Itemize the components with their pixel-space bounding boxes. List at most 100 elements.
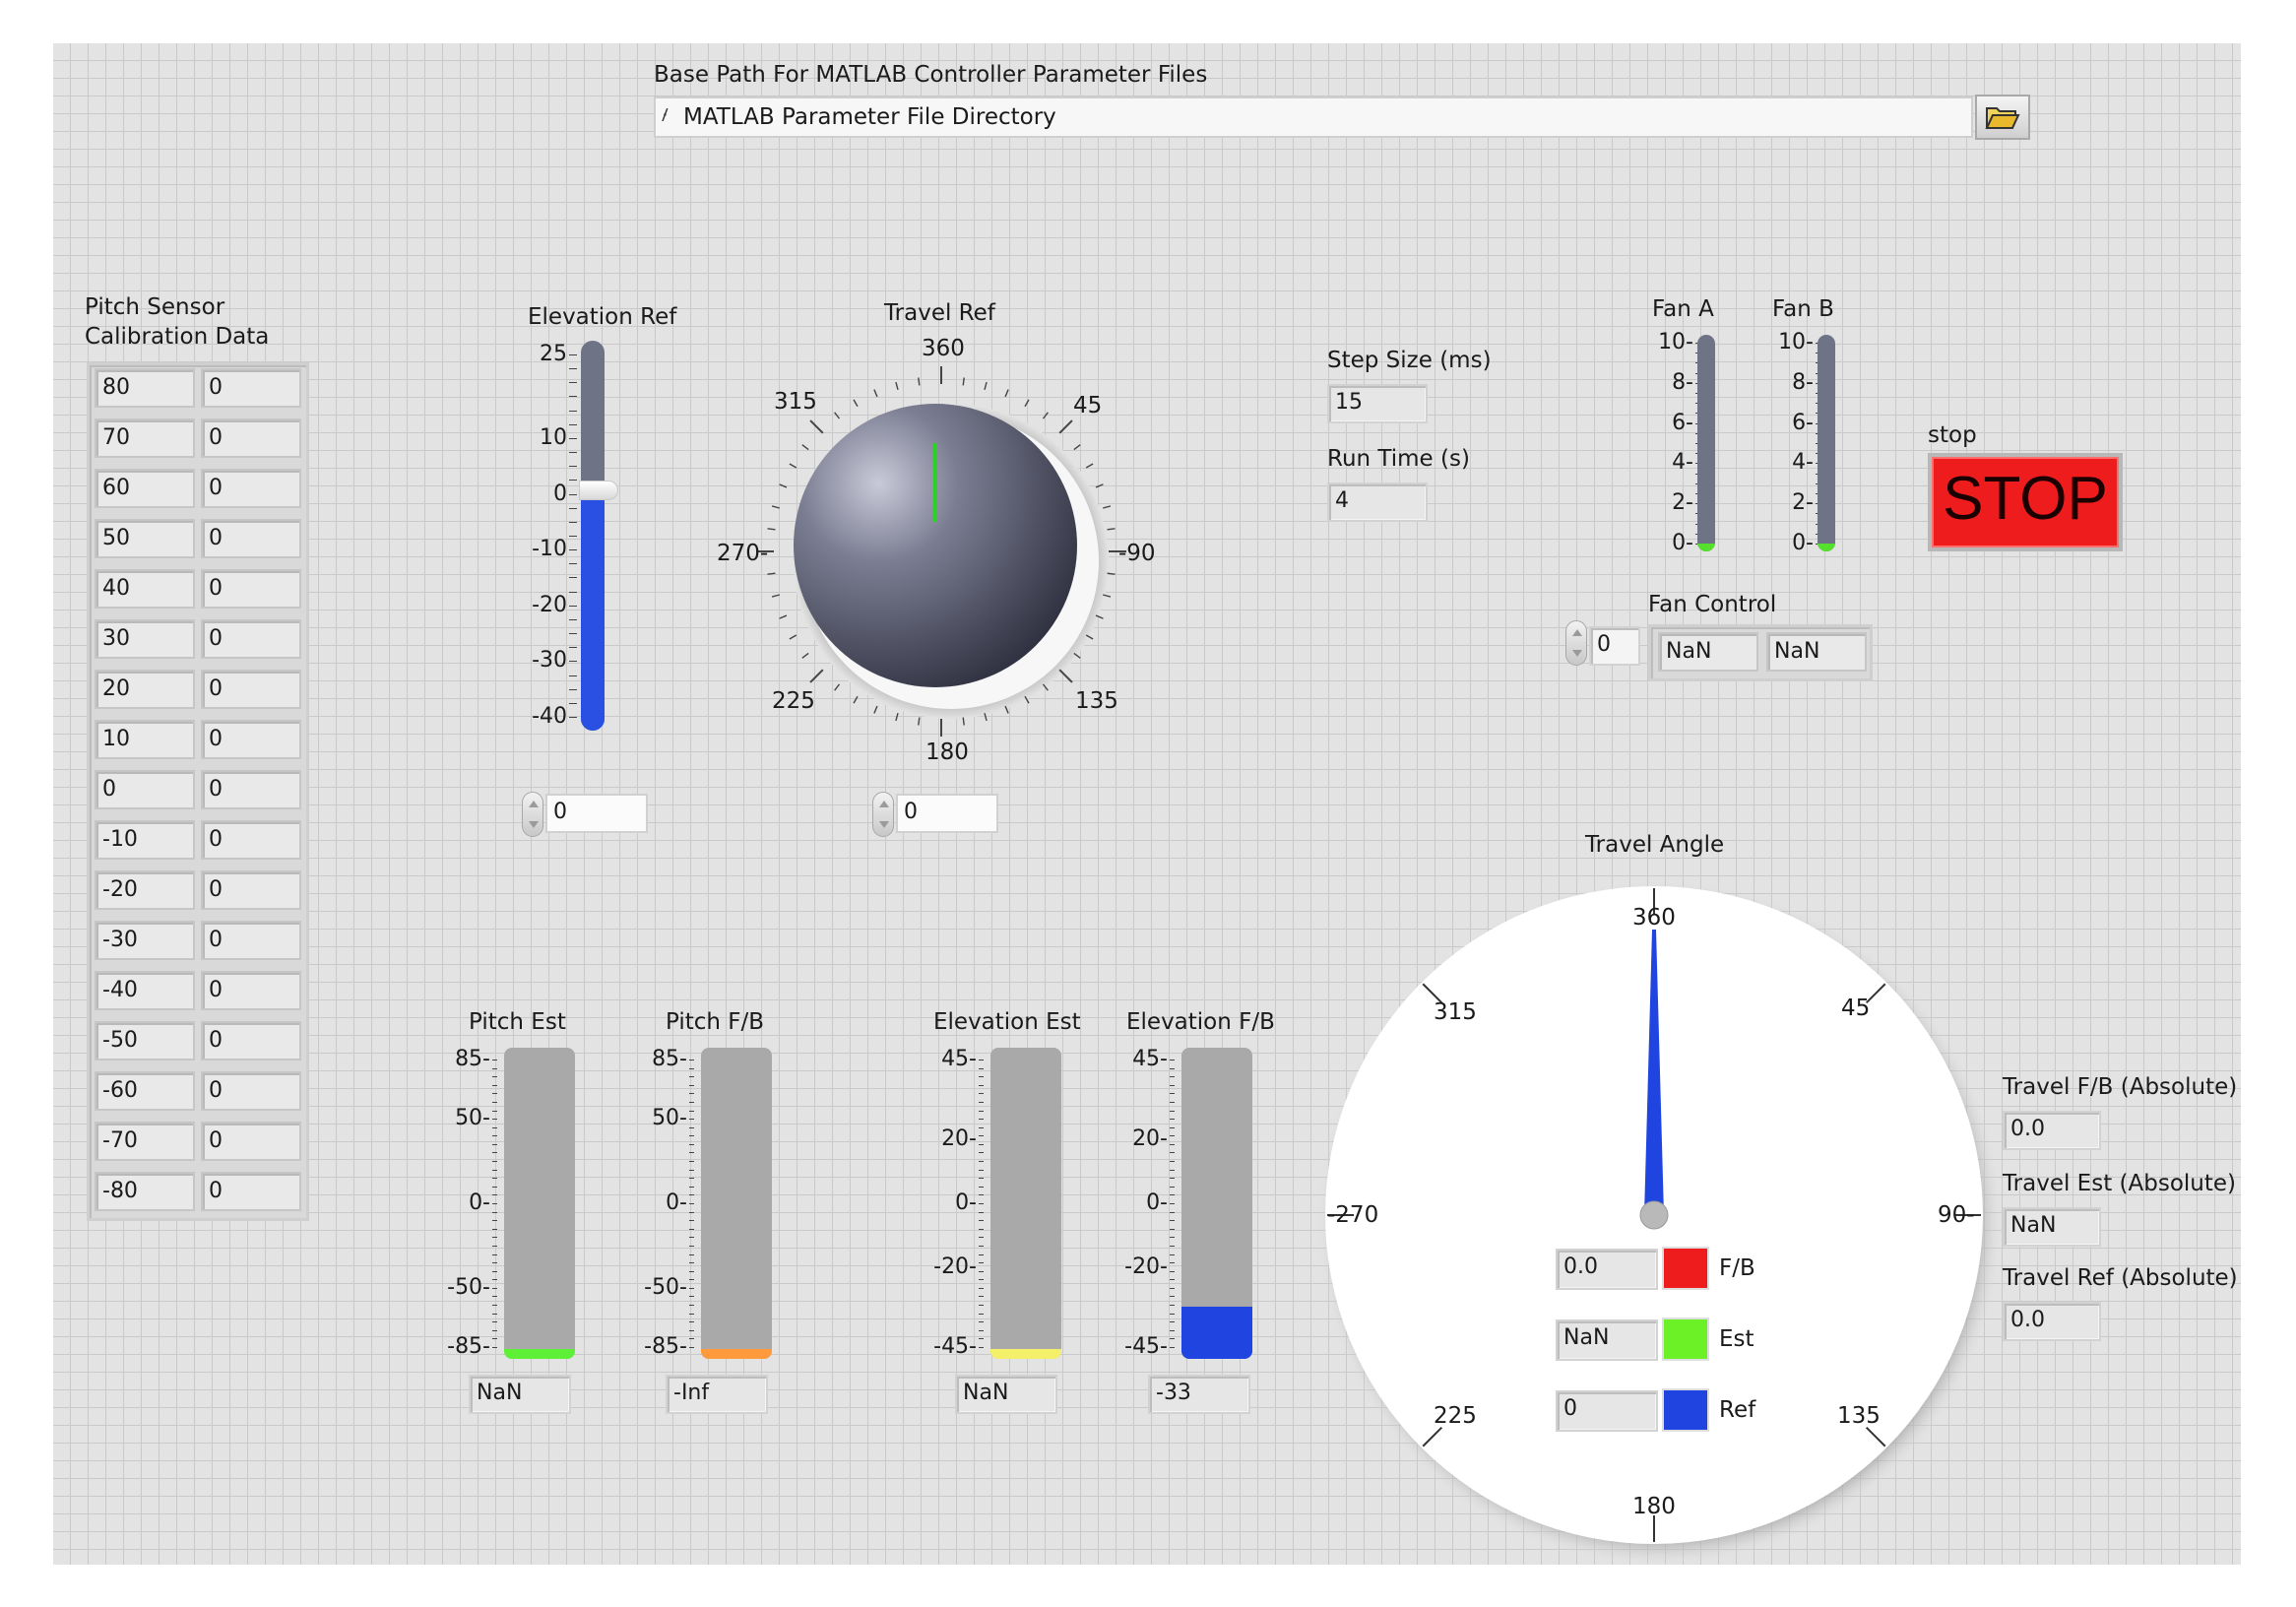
pitch-est-minor-tick [492,1135,497,1137]
elevation-est-minor-tick [979,1194,984,1196]
knob-tick [895,381,899,390]
elevation-fb-minor-tick [1170,1313,1175,1315]
travel-est-abs-indicator: NaN [2003,1207,2101,1247]
fan-b-meter [1818,335,1835,551]
elevation-fb-minor-tick [1170,1135,1175,1137]
elevation-est-minor-tick [979,1203,984,1204]
elevation-ref-minor-tick [569,675,577,676]
travel-ref-abs-value: 0.0 [2010,1308,2045,1332]
calibration-value-cell[interactable]: 0 [201,569,301,609]
calibration-value-cell[interactable]: 0 [201,770,301,809]
pitch-fb-value: -Inf [666,1375,768,1414]
calibration-angle-cell[interactable]: 80 [95,368,195,408]
pitch-fb-minor-tick [689,1126,694,1128]
elevation-fb-tick-label: -45- [1124,1334,1168,1359]
elevation-ref-minor-tick [569,563,577,565]
calibration-value-cell[interactable]: 0 [201,519,301,558]
elevation-ref-thumb[interactable] [579,481,618,501]
pitch-est-tick-label: 50- [455,1106,490,1131]
calibration-value-cell[interactable]: 0 [201,670,301,709]
calibration-angle-cell[interactable]: -50 [95,1021,195,1061]
fan-control-spinner[interactable] [1565,620,1587,666]
knob-tick [779,483,788,488]
elevation-fb-minor-tick [1170,1178,1175,1180]
pitch-est-value-text: NaN [477,1381,523,1405]
elevation-est-minor-tick [979,1101,984,1103]
elevation-est-minor-tick [979,1305,984,1307]
calibration-value-cell[interactable]: 0 [201,820,301,860]
elevation-ref-minor-tick [569,452,577,454]
calibration-value-cell[interactable]: 0 [201,921,301,960]
calibration-angle-cell[interactable]: 40 [95,569,195,609]
calibration-value-cell[interactable]: 0 [201,469,301,508]
pitch-fb-minor-tick [689,1296,694,1298]
elevation-est-value-text: NaN [963,1381,1009,1405]
calibration-value-cell[interactable]: 0 [201,418,301,458]
calibration-value-cell[interactable]: 0 [201,1172,301,1211]
calibration-angle-cell[interactable]: 50 [95,519,195,558]
calibration-value-cell[interactable]: 0 [201,1021,301,1061]
pitch-fb-minor-tick [689,1270,694,1272]
pitch-est-minor-tick [492,1262,497,1264]
pitch-fb-tick-label: 85- [652,1047,687,1071]
base-path-label: Base Path For MATLAB Controller Paramete… [654,62,1208,88]
elevation-fb-minor-tick [1170,1126,1175,1128]
elevation-ref-minor-tick [569,368,577,370]
calibration-value-cell[interactable]: 0 [201,619,301,659]
knob-tick [918,377,921,386]
elevation-fb-minor-tick [1170,1076,1175,1078]
fan-a-meter [1697,335,1715,551]
travel-angle-legend-label: Est [1719,1326,1754,1352]
pitch-est-minor-tick [492,1305,497,1307]
pitch-fb-minor-tick [689,1169,694,1171]
elevation-est-minor-tick [979,1296,984,1298]
calibration-value-cell[interactable]: 0 [201,870,301,910]
travel-angle-scale-90: 90- [1938,1202,1975,1228]
calibration-angle-cell[interactable]: -80 [95,1172,195,1211]
elevation-ref-tick-label: -20 [532,592,567,617]
elevation-ref-slider[interactable] [579,341,618,731]
knob-tick [962,377,965,386]
knob-tick [962,717,965,726]
stop-button[interactable]: STOP [1928,453,2123,551]
travel-angle-scale-135: 135 [1837,1403,1881,1429]
pitch-fb-minor-tick [689,1228,694,1230]
elevation-ref-spinner[interactable] [522,792,543,837]
elevation-ref-input[interactable]: 0 [545,794,648,833]
calibration-angle-cell[interactable]: 30 [95,619,195,659]
calibration-angle-cell[interactable]: 0 [95,770,195,809]
elevation-fb-minor-tick [1170,1287,1175,1289]
elevation-fb-minor-tick [1170,1220,1175,1222]
elevation-fb-minor-tick [1170,1237,1175,1239]
calibration-angle-cell[interactable]: 20 [95,670,195,709]
pitch-fb-tick-label: -50- [644,1274,687,1300]
calibration-angle-cell[interactable]: 70 [95,418,195,458]
fan-control-index[interactable]: 0 [1589,626,1640,666]
calibration-value-cell[interactable]: 0 [201,720,301,759]
calibration-value-cell[interactable]: 0 [201,368,301,408]
calibration-angle-cell[interactable]: -10 [95,820,195,860]
elevation-est-minor-tick [979,1152,984,1154]
calibration-angle-cell[interactable]: 10 [95,720,195,759]
calibration-value-cell[interactable]: 0 [201,1071,301,1111]
calibration-angle-cell[interactable]: -30 [95,921,195,960]
knob-tick [984,381,988,390]
base-path-field[interactable]: ⹊ MATLAB Parameter File Directory [654,96,1973,138]
calibration-angle-cell[interactable]: 60 [95,469,195,508]
browse-button[interactable] [1975,95,2030,140]
knob-tick [873,705,878,714]
elevation-ref-fill [581,490,605,731]
calibration-value-cell[interactable]: 0 [201,1122,301,1161]
elevation-fb-minor-tick [1170,1203,1175,1204]
elevation-fb-minor-tick [1170,1347,1175,1348]
calibration-angle-cell[interactable]: -60 [95,1071,195,1111]
pitch-est-tick-label: 0- [469,1190,490,1215]
calibration-angle-cell[interactable]: -40 [95,971,195,1010]
calibration-angle-cell[interactable]: -70 [95,1122,195,1161]
travel-ref-input[interactable]: 0 [896,794,998,833]
calibration-angle-cell[interactable]: -20 [95,870,195,910]
elevation-est-tank [990,1048,1061,1359]
travel-ref-spinner[interactable] [872,792,894,837]
calibration-value-cell[interactable]: 0 [201,971,301,1010]
elevation-est-minor-tick [979,1262,984,1264]
